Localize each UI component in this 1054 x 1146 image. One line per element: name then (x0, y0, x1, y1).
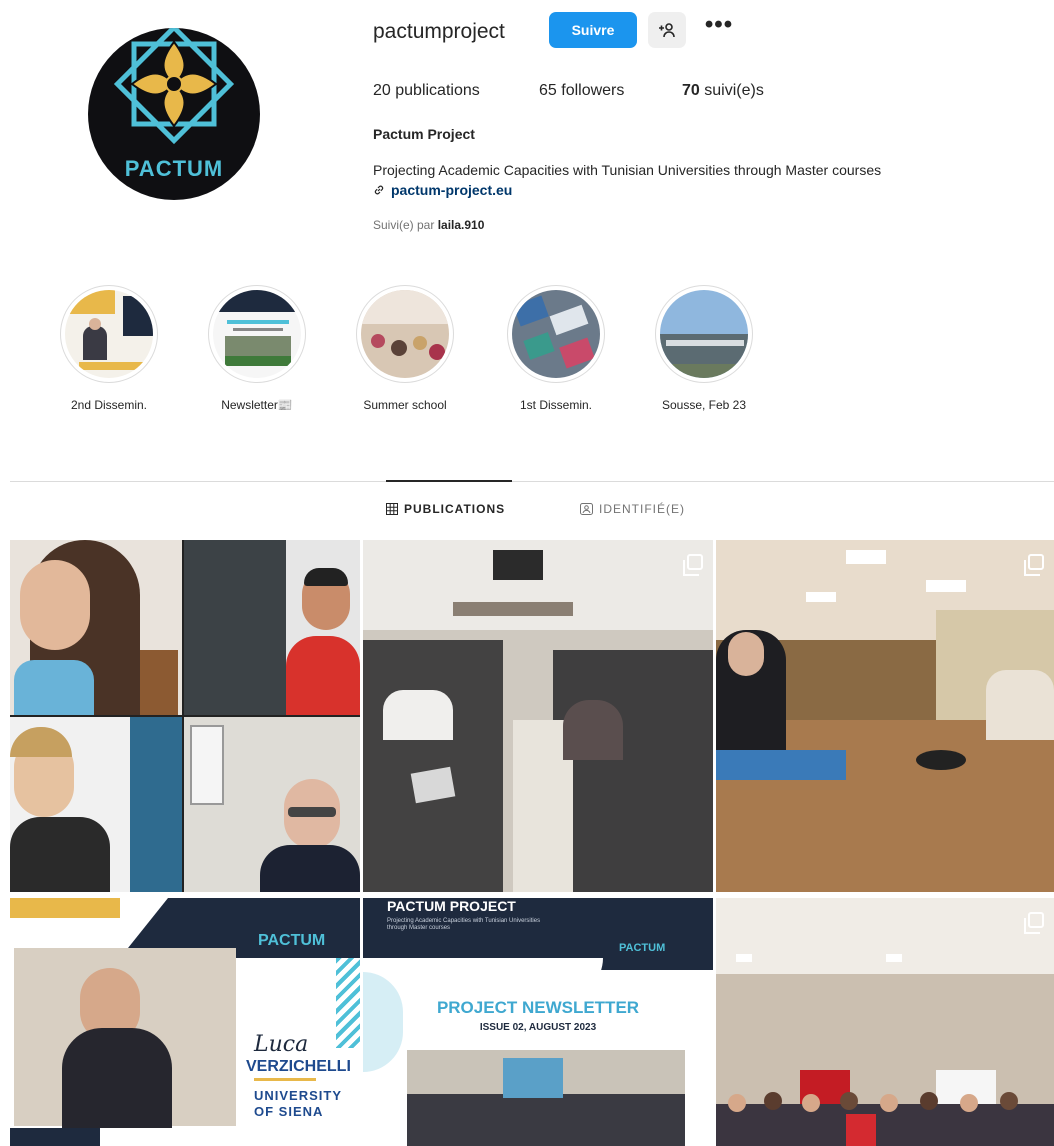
more-options-icon[interactable]: ••• (704, 13, 734, 44)
followed-by[interactable]: Suivi(e) par laila.910 (373, 218, 484, 232)
following-stat[interactable]: 70 suivi(e)s (682, 82, 764, 100)
carousel-icon (1024, 554, 1044, 576)
highlight-2nd-dissemin[interactable] (60, 285, 158, 383)
highlight-label: Summer school (363, 398, 447, 412)
video-tile (184, 717, 360, 892)
suggest-accounts-button[interactable] (648, 12, 686, 48)
profile-username: pactumproject (373, 20, 505, 43)
newsletter-subheader: Projecting Academic Capacities with Tuni… (387, 918, 541, 931)
highlight-label: Newsletter📰 (221, 398, 293, 412)
video-tile (286, 540, 360, 715)
followed-by-user: laila.910 (437, 218, 485, 232)
building-thumbnail-icon (660, 290, 748, 378)
dissemination-thumbnail-icon (65, 290, 153, 378)
newsletter-title: PROJECT NEWSLETTER (436, 998, 640, 1017)
add-person-icon (659, 23, 675, 38)
active-tab-indicator (386, 480, 512, 482)
followed-by-prefix: Suivi(e) par (373, 218, 435, 232)
profile-avatar[interactable]: PACTUM (88, 28, 260, 200)
speaker-affiliation-line2: OF SIENA (254, 1104, 324, 1119)
highlight-newsletter[interactable] (208, 285, 306, 383)
link-icon (374, 185, 384, 195)
speaker-affiliation-line1: UNIVERSITY (254, 1088, 343, 1103)
post-thumbnail[interactable] (363, 540, 713, 892)
posts-count: 20 (373, 82, 391, 99)
carousel-icon (1024, 912, 1044, 934)
posts-label: publications (395, 82, 480, 99)
post-thumbnail[interactable]: PACTUM PROJECT Projecting Academic Capac… (363, 898, 713, 1146)
following-count: 70 (682, 82, 700, 99)
post-thumbnail[interactable] (716, 540, 1054, 892)
video-tile (10, 540, 182, 715)
highlight-label: 2nd Dissemin. (70, 398, 148, 412)
profile-bio: Projecting Academic Capacities with Tuni… (373, 162, 882, 178)
speaker-last-name: VERZICHELLI (246, 1058, 351, 1075)
profile-website-link[interactable]: pactum-project.eu (373, 182, 512, 198)
followers-label: followers (561, 82, 625, 99)
tagged-user-icon (580, 503, 593, 515)
speaker-first-name: Luca (254, 1032, 309, 1057)
tab-publications-label: PUBLICATIONS (404, 502, 506, 516)
highlight-sousse[interactable] (655, 285, 753, 383)
tab-divider (10, 481, 1054, 482)
follow-button[interactable]: Suivre (549, 12, 637, 48)
highlight-label: Sousse, Feb 23 (661, 398, 747, 412)
highlight-label: 1st Dissemin. (519, 398, 593, 412)
newsletter-thumbnail-icon (213, 290, 301, 378)
video-tile (184, 540, 286, 715)
post-thumbnail[interactable] (716, 898, 1054, 1146)
profile-full-name: Pactum Project (373, 126, 475, 142)
avatar-brand-text: PACTUM (124, 156, 224, 181)
carousel-icon (683, 554, 703, 576)
video-tile (10, 717, 182, 892)
post-thumbnail[interactable]: PACTUM Luca VERZICHELLI UNIVERSITY OF SI… (10, 898, 360, 1146)
grid-icon (386, 503, 398, 515)
highlight-summer-school[interactable] (356, 285, 454, 383)
highlight-1st-dissemin[interactable] (507, 285, 605, 383)
followers-count: 65 (539, 82, 557, 99)
workshop-thumbnail-icon (512, 290, 600, 378)
tab-publications[interactable]: PUBLICATIONS (386, 502, 505, 516)
tab-tagged-label: IDENTIFIÉ(E) (599, 502, 685, 516)
newsletter-brand: PACTUM (619, 942, 666, 954)
newsletter-issue: ISSUE 02, AUGUST 2023 (479, 1022, 597, 1033)
card-brand: PACTUM (258, 932, 326, 949)
tab-tagged[interactable]: IDENTIFIÉ(E) (580, 502, 685, 516)
following-label: suivi(e)s (704, 82, 764, 99)
website-url: pactum-project.eu (391, 182, 513, 198)
posts-count-stat: 20 publications (373, 82, 480, 100)
post-thumbnail[interactable] (10, 540, 360, 892)
classroom-thumbnail-icon (361, 290, 449, 378)
followers-stat[interactable]: 65 followers (539, 82, 624, 100)
newsletter-header: PACTUM PROJECT (387, 898, 516, 914)
